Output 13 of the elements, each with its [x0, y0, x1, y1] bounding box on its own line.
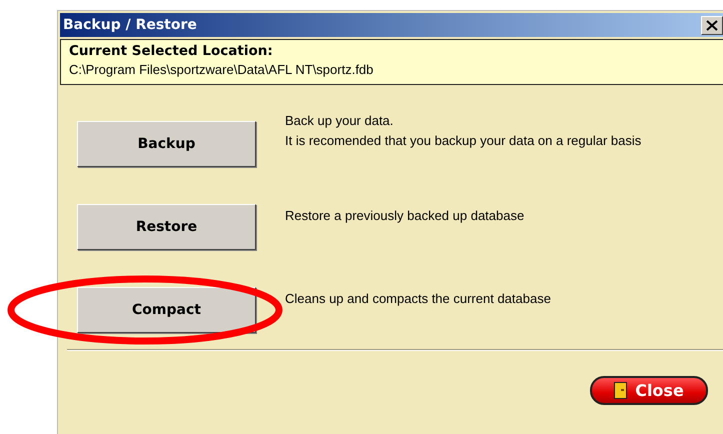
action-description: Back up your data.	[285, 113, 394, 128]
window-title: Backup / Restore	[63, 17, 197, 33]
location-path: C:\Program Files\sportzware\Data\AFL NT\sportz.fdb	[69, 62, 374, 77]
action-description: Restore a previously backed up database	[285, 208, 524, 223]
action-description: It is recomended that you backup your data on a regular basis	[285, 133, 642, 148]
action-button[interactable]: Compact	[77, 287, 256, 333]
action-button[interactable]: Restore	[77, 204, 256, 250]
close-button[interactable]: Close	[590, 376, 708, 405]
close-icon[interactable]	[701, 16, 723, 34]
action-button[interactable]: Backup	[77, 121, 256, 167]
door-icon	[614, 382, 628, 399]
location-heading: Current Selected Location:	[69, 43, 274, 59]
action-description: Cleans up and compacts the current database	[285, 291, 551, 306]
